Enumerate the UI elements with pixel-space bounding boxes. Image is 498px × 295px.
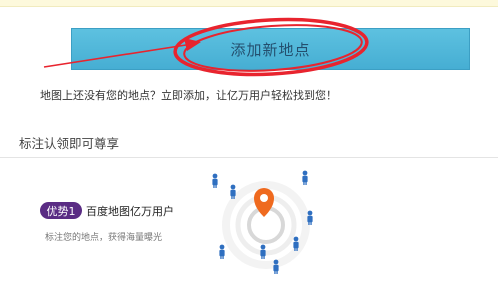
add-new-place-label: 添加新地点 [230,40,311,59]
top-notice-strip [0,0,498,7]
advantage-badge-label: 优势1 [46,204,76,218]
section-heading: 标注认领即可尊享 [19,136,120,151]
person-icon [212,173,218,188]
person-icon [219,244,225,259]
section-divider [0,157,498,158]
person-icon [273,259,279,274]
advantage-description: 标注您的地点，获得海量曝光 [45,233,163,243]
person-icon [302,170,308,185]
users-map-illustration [212,170,313,274]
no-place-info-text: 地图上还没有您的地点？立即添加，让亿万用户轻松找到您！ [40,89,337,102]
person-icon [260,244,266,259]
advantage-title: 百度地图亿万用户 [86,205,174,218]
advantage-badge: 优势1 [40,202,82,219]
add-new-place-button[interactable]: 添加新地点 [71,28,470,70]
